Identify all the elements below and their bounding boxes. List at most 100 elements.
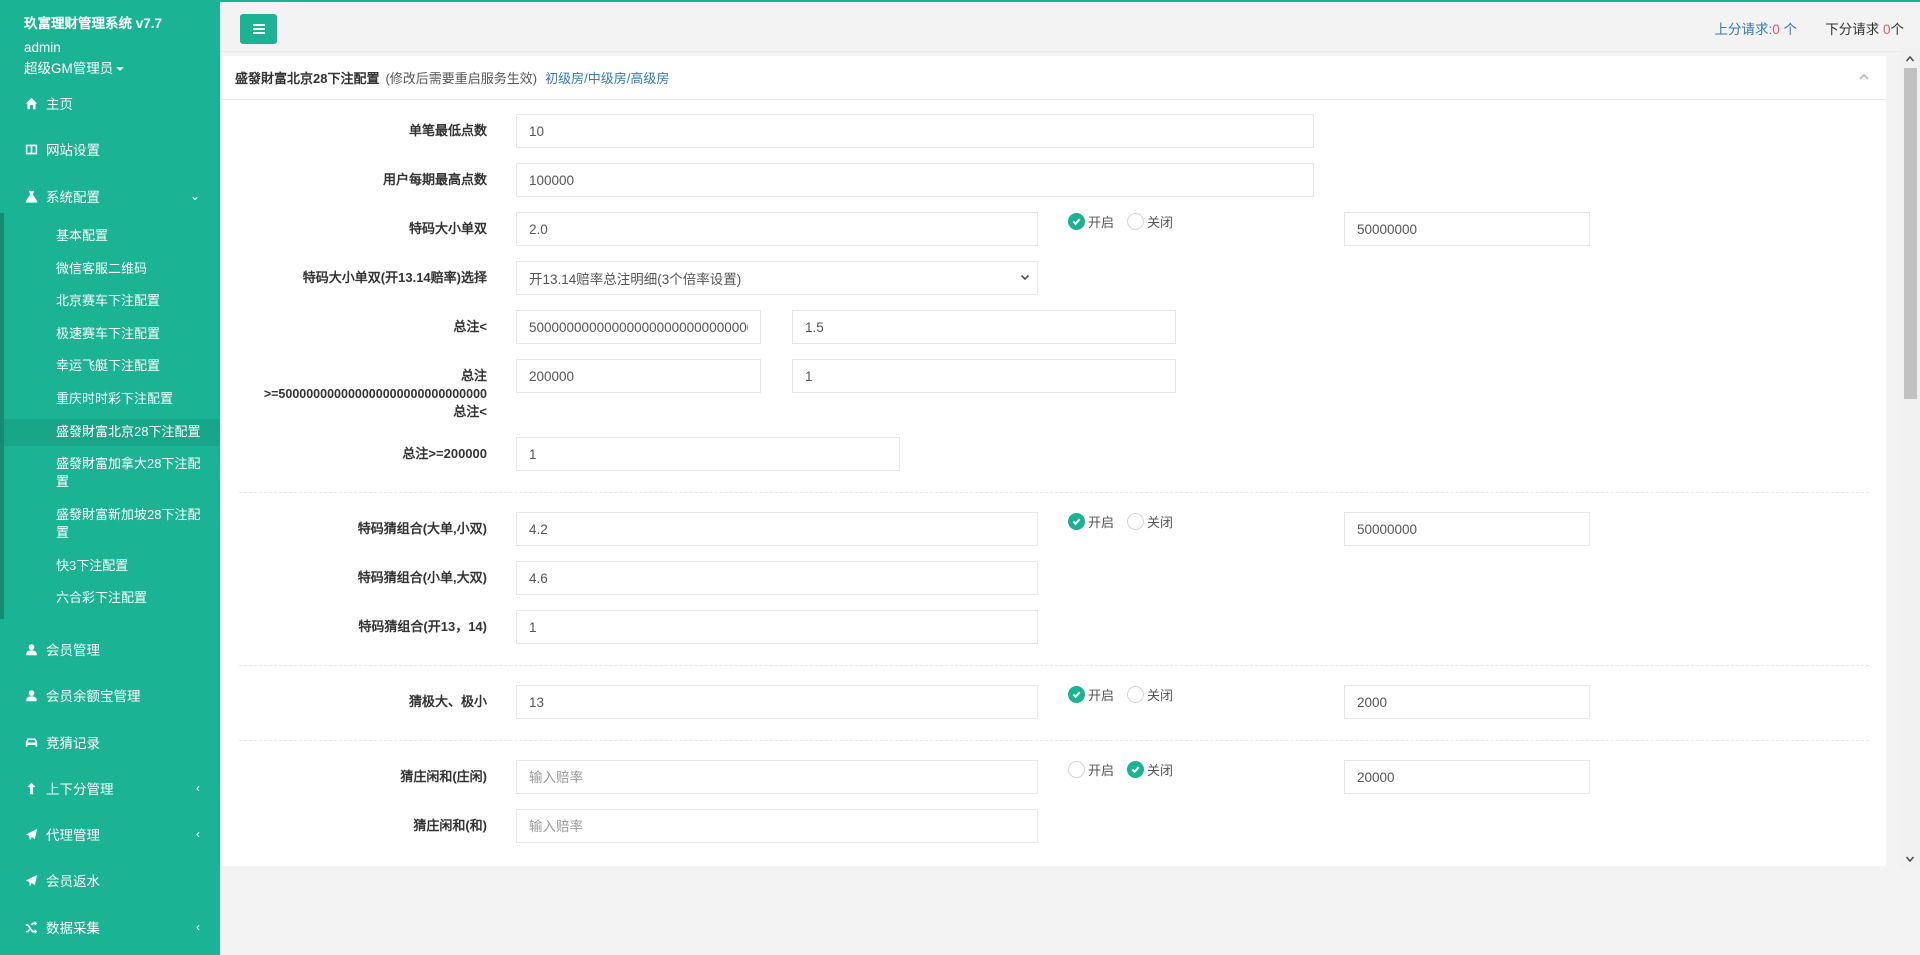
nav-points[interactable]: 上下分管理 ‹ — [0, 769, 220, 807]
down-requests-link[interactable]: 下分请求 0个 — [1825, 18, 1904, 38]
extreme-odds-input[interactable] — [516, 685, 1038, 719]
chevron-left-icon: ‹ — [196, 920, 200, 934]
down-requests-label: 下分请求 — [1825, 22, 1883, 37]
banker-radio-on[interactable]: 开启 — [1068, 760, 1114, 779]
caret-down-icon — [116, 67, 125, 72]
unchecked-radio-icon — [1127, 513, 1144, 530]
submenu-lucky-airship[interactable]: 幸运飞艇下注配置 — [56, 357, 204, 375]
radio-on-label: 开启 — [1088, 515, 1115, 530]
nav-data-collect[interactable]: 数据采集 ‹ — [0, 908, 220, 946]
total-lt-amount-input[interactable] — [516, 310, 761, 344]
down-requests-unit: 个 — [1890, 22, 1905, 37]
banker-pair-odds-input[interactable] — [516, 760, 1038, 794]
chevron-left-icon: ‹ — [196, 781, 200, 795]
user-role-dropdown[interactable]: 超级GM管理员 — [24, 59, 220, 79]
extreme-limit-input[interactable] — [1344, 685, 1590, 719]
label-combo-1314: 特码猜组合(开13，14) — [358, 619, 487, 634]
config-panel: 盛發財富北京28下注配置 (修改后需要重启服务生效) 初级房/中级房/高级房 单… — [222, 56, 1886, 866]
panel-header: 盛發財富北京28下注配置 (修改后需要重启服务生效) 初级房/中级房/高级房 — [222, 56, 1886, 100]
menu-toggle-button[interactable] — [240, 14, 277, 44]
scroll-down-icon[interactable] — [1905, 852, 1915, 863]
up-requests-label: 上分请求: — [1714, 22, 1773, 37]
label-total-range-a: 总注 — [460, 368, 487, 383]
unchecked-radio-icon — [1127, 686, 1144, 703]
nav-system-config[interactable]: 系统配置 ⌄ — [0, 177, 220, 215]
nav-data-collect-label: 数据采集 — [46, 921, 100, 936]
nav-site-settings[interactable]: 网站设置 — [0, 130, 220, 168]
combo-radio-on[interactable]: 开启 — [1068, 512, 1114, 531]
submenu-wechat-qr[interactable]: 微信客服二维码 — [56, 260, 204, 278]
room-links[interactable]: 初级房/中级房/高级房 — [545, 68, 669, 87]
nav-member-balance[interactable]: 会员余额宝管理 — [0, 676, 220, 714]
panel-note: (修改后需要重启服务生效) — [385, 71, 538, 86]
extreme-radio-off[interactable]: 关闭 — [1127, 685, 1173, 704]
nav-agents[interactable]: 代理管理 ‹ — [0, 815, 220, 853]
submenu-bj-racing[interactable]: 北京赛车下注配置 — [56, 292, 204, 310]
submenu-mark-six[interactable]: 六合彩下注配置 — [56, 589, 204, 607]
nav-rebate[interactable]: 会员返水 — [0, 861, 220, 899]
nav-members[interactable]: 会员管理 — [0, 630, 220, 668]
combo-small-odd-input[interactable] — [516, 561, 1038, 595]
label-banker-pair: 猜庄闲和(庄闲) — [400, 769, 487, 784]
columns-icon — [24, 142, 38, 156]
combo-limit-input[interactable] — [1344, 512, 1590, 546]
total-range-amount-input[interactable] — [516, 359, 761, 393]
up-requests-link[interactable]: 上分请求:0 个 — [1714, 18, 1797, 38]
submenu-bj28-active[interactable]: 盛發財富北京28下注配置 — [56, 423, 204, 441]
scroll-up-icon[interactable] — [1905, 52, 1915, 62]
paper-plane-icon — [24, 827, 38, 841]
tema-dxds-radio-off[interactable]: 关闭 — [1127, 212, 1173, 231]
label-min-bet: 单笔最低点数 — [408, 123, 487, 138]
combo-1314-input[interactable] — [516, 610, 1038, 644]
submenu-k3[interactable]: 快3下注配置 — [56, 557, 204, 575]
checked-radio-icon — [1068, 513, 1085, 530]
total-gte-odds-input[interactable] — [516, 437, 900, 471]
extreme-radio-on[interactable]: 开启 — [1068, 685, 1114, 704]
total-lt-odds-input[interactable] — [792, 310, 1176, 344]
radio-on-label: 开启 — [1088, 763, 1115, 778]
tema-1314-select-value: 开13.14赔率总注明细(3个倍率设置) — [529, 272, 742, 287]
label-combo-big-odd: 特码猜组合(大单,小双) — [357, 521, 487, 536]
nav-points-label: 上下分管理 — [46, 782, 114, 797]
unchecked-radio-icon — [1127, 213, 1144, 230]
radio-on-label: 开启 — [1088, 215, 1115, 230]
submenu-cq-ssc[interactable]: 重庆时时彩下注配置 — [56, 390, 204, 408]
submenu-singapore28[interactable]: 盛發財富新加坡28下注配置 — [56, 506, 204, 542]
section-divider — [239, 740, 1869, 741]
vertical-scrollbar[interactable] — [1900, 48, 1920, 868]
label-max-per-round: 用户每期最高点数 — [382, 172, 487, 187]
user-icon — [24, 688, 38, 702]
user-name: admin — [24, 40, 61, 55]
tema-dxds-limit-input[interactable] — [1344, 212, 1590, 246]
top-navbar: 上分请求:0 个 下分请求 0个 — [220, 0, 1920, 52]
tema-1314-select[interactable]: 开13.14赔率总注明细(3个倍率设置) — [516, 261, 1038, 295]
combo-big-odd-input[interactable] — [516, 512, 1038, 546]
banker-tie-odds-input[interactable] — [516, 809, 1038, 843]
nav-site-settings-label: 网站设置 — [46, 143, 100, 158]
total-range-odds-input[interactable] — [792, 359, 1176, 393]
scrollbar-thumb[interactable] — [1904, 68, 1917, 399]
tema-dxds-radio-on[interactable]: 开启 — [1068, 212, 1114, 231]
min-bet-input[interactable] — [516, 114, 1314, 148]
nav-members-label: 会员管理 — [46, 643, 100, 658]
nav-bet-records[interactable]: 竞猜记录 — [0, 723, 220, 761]
down-requests-count: 0 — [1882, 22, 1891, 37]
combo-radio-off[interactable]: 关闭 — [1127, 512, 1173, 531]
chevron-up-icon[interactable] — [1858, 71, 1869, 81]
submenu-canada28[interactable]: 盛發財富加拿大28下注配置 — [56, 455, 204, 491]
chevron-down-icon — [1019, 271, 1031, 283]
home-icon — [24, 96, 38, 110]
up-requests-unit: 个 — [1779, 22, 1797, 37]
sidebar-brand: 玖富理财管理系统 v7.7 admin 超级GM管理员 — [0, 0, 220, 79]
submenu-speed-racing[interactable]: 极速赛车下注配置 — [56, 325, 204, 343]
nav-bet-records-label: 竞猜记录 — [46, 736, 100, 751]
tema-dxds-odds-input[interactable] — [516, 212, 1038, 246]
sidebar: 玖富理财管理系统 v7.7 admin 超级GM管理员 主页 网站设置 系统配置… — [0, 0, 220, 955]
max-per-round-input[interactable] — [516, 163, 1314, 197]
nav-home[interactable]: 主页 — [0, 84, 220, 122]
nav-rebate-label: 会员返水 — [46, 874, 100, 889]
nav-home-label: 主页 — [46, 97, 73, 112]
banker-limit-input[interactable] — [1344, 760, 1590, 794]
banker-radio-off[interactable]: 关闭 — [1127, 760, 1173, 779]
submenu-basic-config[interactable]: 基本配置 — [56, 227, 204, 245]
